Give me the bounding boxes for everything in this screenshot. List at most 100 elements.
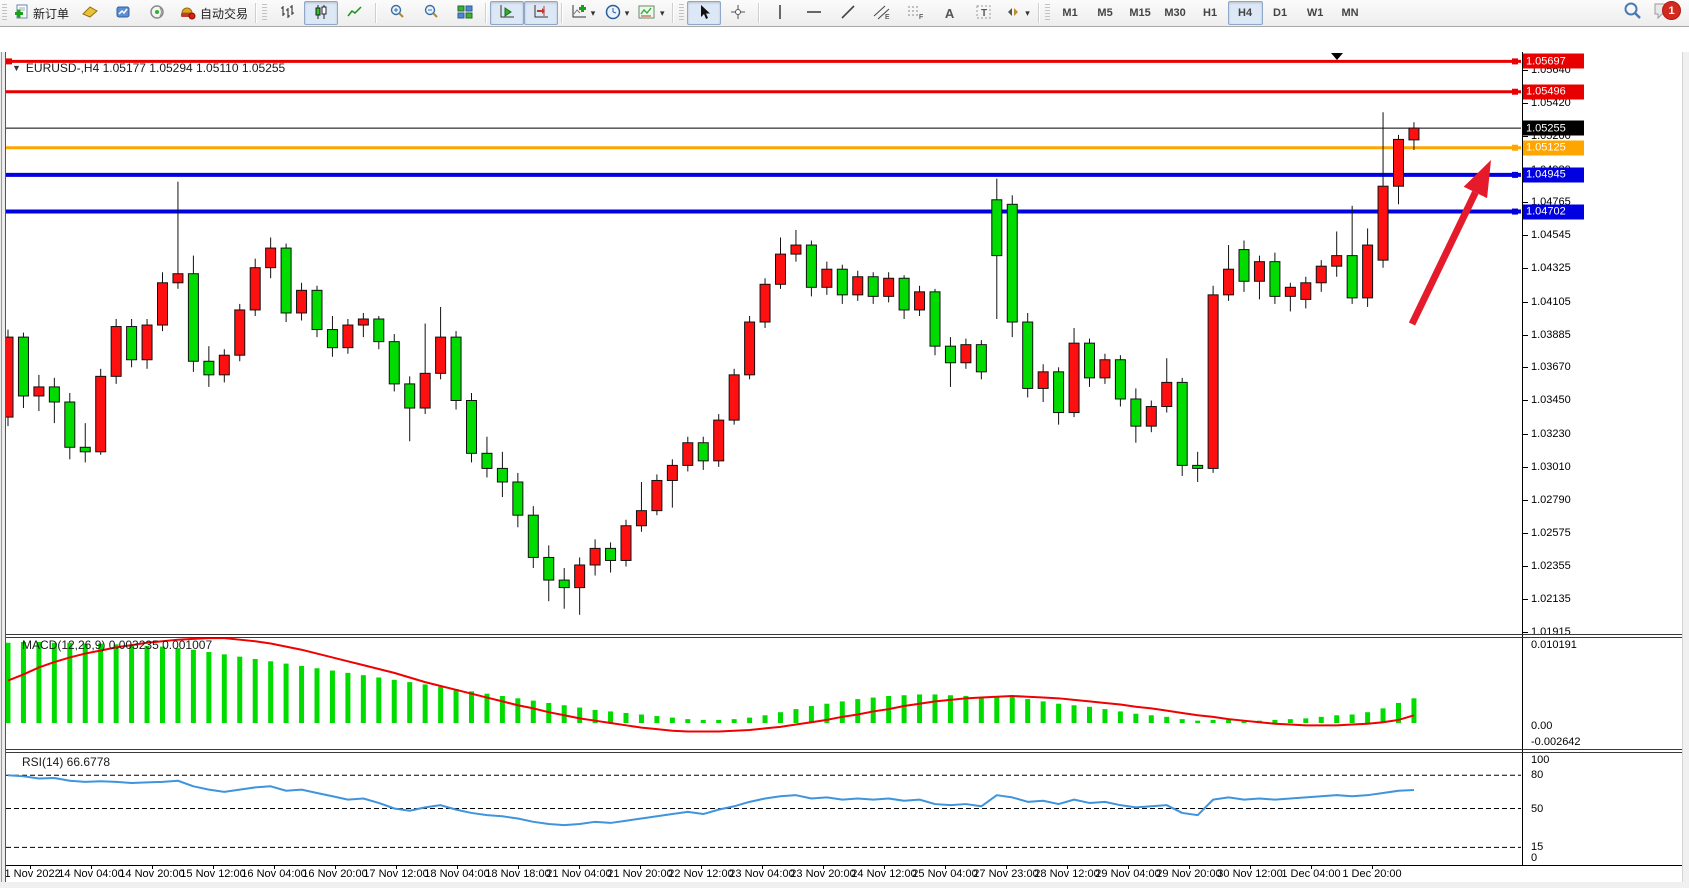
dropdown-caret-icon: ▾	[660, 8, 665, 19]
periods-button[interactable]: ▾	[600, 1, 634, 25]
pane-splitter[interactable]	[0, 752, 1682, 753]
macd-histogram-bar	[639, 715, 644, 723]
macd-histogram-bar	[701, 720, 706, 723]
tag-button[interactable]	[73, 1, 107, 25]
line-anchor-handle[interactable]	[1512, 89, 1518, 95]
pane-splitter[interactable]	[0, 637, 1682, 638]
candle-body	[1038, 372, 1048, 389]
horizontal-line-tool-button[interactable]	[797, 1, 831, 25]
autotrading-button[interactable]: 自动交易	[175, 1, 252, 25]
candle-body	[683, 443, 693, 466]
zoom-out-icon	[423, 4, 439, 23]
indicators-button[interactable]: ▾	[566, 1, 600, 25]
candle-body	[327, 330, 337, 348]
candle-body	[837, 269, 847, 295]
notification-badge[interactable]: 1	[1662, 1, 1681, 20]
line-chart-button[interactable]	[338, 1, 372, 25]
macd-histogram-bar	[608, 711, 613, 723]
time-axis-label: 28 Nov 12:00	[1034, 868, 1099, 880]
toolbar-separator	[758, 3, 760, 23]
candlestick-chart-icon	[313, 4, 329, 23]
autotrading-icon	[179, 4, 197, 23]
text-label-tool-button[interactable]: T	[967, 1, 1001, 25]
macd-histogram-bar	[345, 673, 350, 723]
timeframe-w1-button[interactable]: W1	[1298, 1, 1333, 25]
toolbar-grip[interactable]	[262, 4, 267, 22]
candle-body	[127, 327, 137, 360]
time-axis-label: 27 Nov 23:00	[973, 868, 1038, 880]
timeframe-h1-button[interactable]: H1	[1193, 1, 1228, 25]
candlestick-chart-button[interactable]	[304, 1, 338, 25]
timeframe-m5-button[interactable]: M5	[1088, 1, 1123, 25]
timeframe-d1-button[interactable]: D1	[1263, 1, 1298, 25]
zoom-out-button[interactable]	[414, 1, 448, 25]
macd-histogram-bar	[1303, 718, 1308, 723]
time-axis-label: 15 Nov 12:00	[180, 868, 245, 880]
timeframe-m30-button[interactable]: M30	[1158, 1, 1193, 25]
text-label-icon: T	[975, 4, 993, 23]
cursor-tool-button[interactable]	[687, 1, 721, 25]
timeframe-m1-button[interactable]: M1	[1053, 1, 1088, 25]
macd-histogram-bar	[330, 671, 335, 723]
arrows-tool-button[interactable]: ▾	[1001, 1, 1035, 25]
chart-canvas[interactable]	[0, 26, 1689, 888]
rsi-scale-label-100: 100	[1531, 754, 1549, 766]
history-button[interactable]	[107, 1, 141, 25]
time-axis-label: 1 Dec 20:00	[1342, 868, 1401, 880]
line-anchor-handle[interactable]	[1512, 172, 1518, 178]
trend-arrow[interactable]	[1412, 160, 1491, 324]
equidistant-channel-tool-button[interactable]: E	[865, 1, 899, 25]
arrows-icon	[1005, 4, 1021, 23]
candle-body	[482, 453, 492, 468]
macd-histogram-bar	[1118, 711, 1123, 723]
macd-histogram-bar	[1133, 714, 1138, 723]
price-tick-mark	[1523, 103, 1528, 104]
zoom-in-button[interactable]	[380, 1, 414, 25]
toolbar-grip[interactable]	[1045, 4, 1050, 22]
macd-histogram-bar	[963, 696, 968, 723]
macd-histogram-bar	[83, 644, 88, 723]
price-tick-mark	[1523, 500, 1528, 501]
search-icon[interactable]	[1623, 1, 1643, 26]
line-anchor-handle[interactable]	[1512, 58, 1518, 64]
chart-shift-button[interactable]	[524, 1, 558, 25]
tag-icon	[81, 4, 99, 23]
candle-body	[1378, 186, 1388, 260]
macd-histogram-bar	[654, 716, 659, 723]
signals-button[interactable]	[141, 1, 175, 25]
macd-histogram-bar	[902, 695, 907, 723]
candle-body	[1131, 399, 1141, 426]
line-anchor-handle[interactable]	[1512, 145, 1518, 151]
timeframe-mn-button[interactable]: MN	[1333, 1, 1368, 25]
candle-body	[884, 278, 894, 296]
templates-button[interactable]: ▾	[634, 1, 669, 25]
vertical-line-tool-button[interactable]	[763, 1, 797, 25]
trendline-tool-button[interactable]	[831, 1, 865, 25]
tile-windows-icon	[457, 4, 473, 23]
candle-body	[513, 482, 523, 515]
bar-chart-button[interactable]	[270, 1, 304, 25]
fibonacci-tool-button[interactable]: F	[899, 1, 933, 25]
macd-histogram-bar	[6, 643, 11, 723]
chart-title-collapse-icon[interactable]: ▼	[12, 63, 21, 73]
timeframe-m15-button[interactable]: M15	[1123, 1, 1158, 25]
timeframe-h4-button[interactable]: H4	[1228, 1, 1263, 25]
toolbar-grip[interactable]	[2, 4, 7, 22]
pane-splitter[interactable]	[0, 749, 1682, 750]
pane-splitter[interactable]	[0, 634, 1682, 635]
price-tick-mark	[1523, 467, 1528, 468]
candle-body	[1347, 256, 1357, 298]
tile-windows-button[interactable]	[448, 1, 482, 25]
auto-scroll-button[interactable]	[490, 1, 524, 25]
line-anchor-handle[interactable]	[1512, 209, 1518, 215]
macd-histogram-bar	[1211, 720, 1216, 723]
bar-chart-icon	[279, 4, 295, 23]
macd-histogram-bar	[1365, 712, 1370, 723]
crosshair-tool-button[interactable]	[721, 1, 755, 25]
toolbar-grip[interactable]	[679, 4, 684, 22]
new-order-button[interactable]: 新订单	[10, 1, 73, 25]
horizontal-level-lines[interactable]	[6, 53, 1521, 215]
macd-histogram-bar	[98, 644, 103, 723]
text-tool-button[interactable]: A	[933, 1, 967, 25]
top-line-marker[interactable]	[1331, 53, 1343, 60]
